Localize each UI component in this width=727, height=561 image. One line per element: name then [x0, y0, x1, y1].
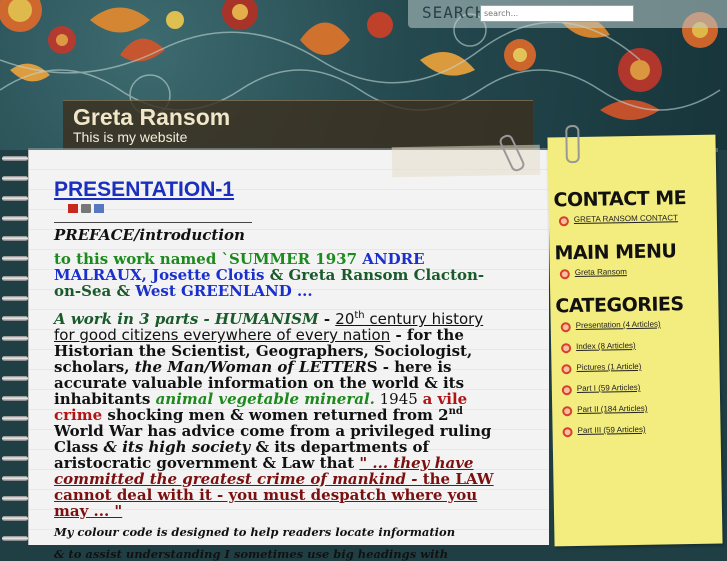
categories-title: CATEGORIES [555, 293, 684, 318]
main-sup: nd [448, 406, 463, 417]
bullet-icon [562, 406, 573, 417]
site-name[interactable]: Greta Ransom [73, 104, 230, 131]
binding-ring [2, 516, 28, 521]
list-item[interactable]: Greta Ransom [550, 266, 718, 290]
spiral-binding [0, 148, 30, 545]
binding-ring [2, 376, 28, 381]
preface-heading: PREFACE/introduction [54, 226, 245, 244]
list-item[interactable]: Pictures (1 Article) [551, 361, 719, 385]
binding-ring [2, 396, 28, 401]
binding-ring [2, 316, 28, 321]
bullet-icon [562, 427, 573, 438]
category-link[interactable]: Pictures (1 Article) [576, 362, 641, 372]
contact-title: CONTACT ME [553, 187, 687, 212]
site-slogan: This is my website [73, 129, 188, 145]
pdf-icon[interactable] [68, 204, 78, 213]
print-icon[interactable] [81, 204, 91, 213]
century-sup: th [354, 310, 365, 321]
main-menu-list: Greta Ransom [550, 266, 718, 290]
binding-ring [2, 436, 28, 441]
binding-ring [2, 276, 28, 281]
binding-ring [2, 216, 28, 221]
binding-ring [2, 336, 28, 341]
list-item[interactable]: GRETA RANSOM CONTACT [549, 213, 717, 237]
binding-ring [2, 476, 28, 481]
binding-ring [2, 456, 28, 461]
article-tools [68, 204, 494, 216]
category-link[interactable]: Part III (59 Articles) [577, 425, 645, 435]
binding-ring [2, 496, 28, 501]
search-bar: SEARCH [408, 0, 727, 28]
binding-ring [2, 416, 28, 421]
sidebar: CONTACT ME GRETA RANSOM CONTACT MAIN MEN… [547, 124, 723, 547]
binding-ring [2, 536, 28, 541]
divider [54, 222, 252, 223]
search-label: SEARCH [422, 3, 486, 22]
binding-ring [2, 236, 28, 241]
intro-paragraph: to this work named `SUMMER 1937 ANDRE MA… [54, 251, 494, 299]
intro-place: West GREENLAND ... [135, 282, 313, 300]
list-item[interactable]: Presentation (4 Articles) [551, 319, 719, 343]
binding-ring [2, 296, 28, 301]
list-item[interactable]: Part I (59 Articles) [552, 382, 720, 406]
colour-code-note: My colour code is designed to help reade… [54, 525, 456, 539]
headings-note: & to assist understanding I sometimes us… [54, 547, 449, 561]
site-title-box: Greta Ransom This is my website [63, 100, 533, 149]
contact-link[interactable]: GRETA RANSOM CONTACT [574, 213, 678, 224]
email-icon[interactable] [94, 204, 104, 213]
binding-ring [2, 156, 28, 161]
main-paragraph: A work in 3 parts - HUMANISM - 20th cent… [54, 310, 494, 520]
bullet-icon [561, 343, 572, 354]
search-input[interactable] [480, 5, 634, 22]
binding-ring [2, 196, 28, 201]
category-link[interactable]: Part I (59 Articles) [577, 383, 641, 393]
bullet-icon [559, 269, 570, 280]
list-item[interactable]: Index (8 Articles) [551, 340, 719, 364]
list-item[interactable]: Part II (184 Articles) [552, 403, 720, 427]
contact-list: GRETA RANSOM CONTACT [549, 213, 717, 237]
binding-ring [2, 356, 28, 361]
bullet-icon [561, 385, 572, 396]
list-item[interactable]: Part III (59 Articles) [552, 424, 720, 448]
category-link[interactable]: Index (8 Articles) [576, 341, 636, 351]
menu-link[interactable]: Greta Ransom [575, 267, 627, 277]
categories-list: Presentation (4 Articles) Index (8 Artic… [551, 319, 721, 448]
binding-ring [2, 176, 28, 181]
paperclip-icon [565, 124, 580, 164]
category-link[interactable]: Presentation (4 Articles) [576, 320, 661, 330]
category-link[interactable]: Part II (184 Articles) [577, 404, 647, 414]
binding-ring [2, 256, 28, 261]
header-banner: SEARCH Greta Ransom This is my website [0, 0, 727, 150]
article-body: PREFACE/introduction to this work named … [54, 227, 494, 561]
bullet-icon [560, 322, 571, 333]
article-title[interactable]: PRESENTATION-1 [54, 178, 234, 202]
bullet-icon [561, 364, 572, 375]
main-menu-title: MAIN MENU [554, 240, 677, 265]
bullet-icon [558, 216, 569, 227]
article: PRESENTATION-1 PREFACE/introduction to t… [54, 178, 494, 561]
